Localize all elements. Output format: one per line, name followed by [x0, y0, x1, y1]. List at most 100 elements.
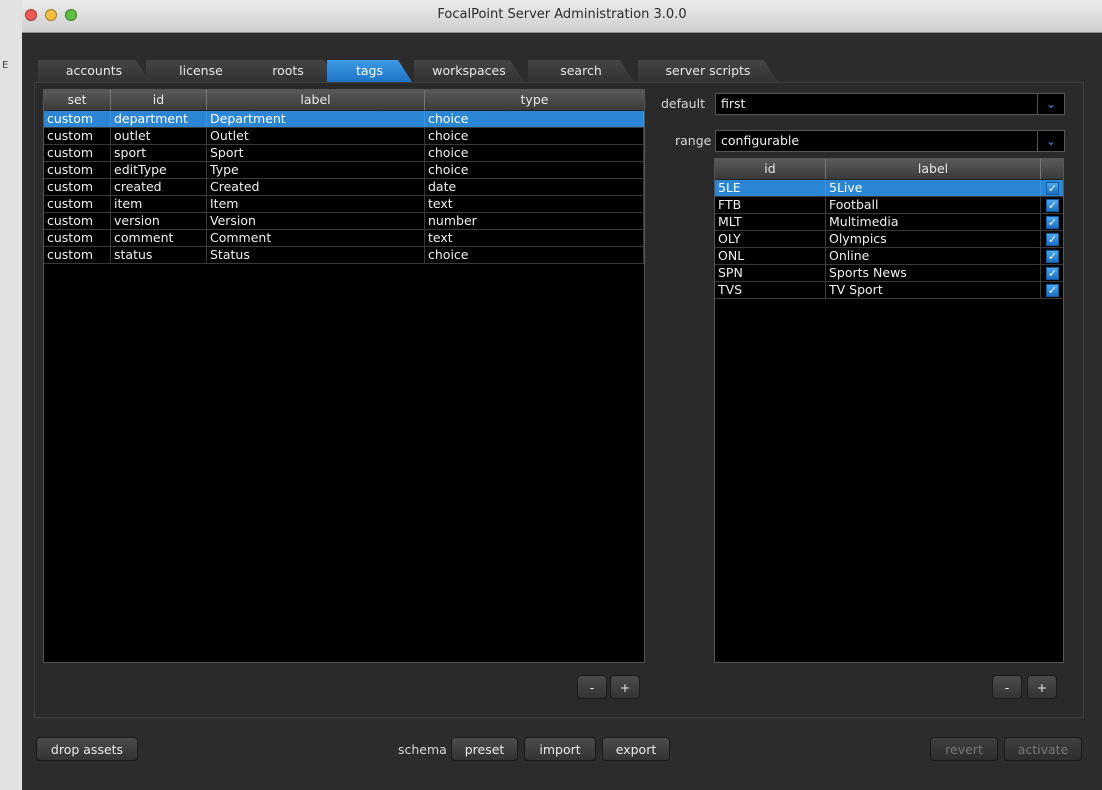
add-tag-button[interactable]: +	[610, 675, 640, 699]
import-button[interactable]: import	[524, 737, 596, 761]
column-header-id[interactable]: id	[111, 90, 207, 110]
tab-roots[interactable]: roots	[238, 60, 338, 82]
range-row[interactable]: MLT Multimedia ✓	[715, 214, 1063, 231]
range-row[interactable]: ONL Online ✓	[715, 248, 1063, 265]
table-cell-set: custom	[44, 128, 111, 144]
range-table-header: id label	[715, 159, 1063, 180]
table-row[interactable]: custom department Department choice	[44, 111, 644, 128]
table-cell-id: item	[111, 196, 207, 212]
enabled-checkbox[interactable]: ✓	[1046, 182, 1059, 195]
table-cell-id: sport	[111, 145, 207, 161]
column-header-label[interactable]: label	[207, 90, 425, 110]
table-cell-id: created	[111, 179, 207, 195]
table-row[interactable]: custom outlet Outlet choice	[44, 128, 644, 145]
table-cell-label: Status	[207, 247, 425, 263]
table-cell-set: custom	[44, 145, 111, 161]
table-row[interactable]: custom item Item text	[44, 196, 644, 213]
range-select[interactable]: configurable ⌄	[715, 130, 1065, 152]
drop-assets-button[interactable]: drop assets	[36, 737, 138, 761]
column-header-range-label[interactable]: label	[826, 159, 1041, 179]
table-cell-id: status	[111, 247, 207, 263]
remove-tag-button[interactable]: -	[577, 675, 607, 699]
table-cell-type: choice	[425, 111, 644, 127]
table-cell-label: Type	[207, 162, 425, 178]
range-cell-id: TVS	[715, 282, 826, 298]
table-cell-label: Item	[207, 196, 425, 212]
table-cell-set: custom	[44, 162, 111, 178]
remove-range-button[interactable]: -	[992, 675, 1022, 699]
schema-label: schema	[398, 742, 447, 757]
table-cell-set: custom	[44, 213, 111, 229]
table-cell-label: Department	[207, 111, 425, 127]
enabled-checkbox[interactable]: ✓	[1046, 233, 1059, 246]
tags-panel: set id label type custom department Depart…	[34, 82, 1084, 718]
tab-server-scripts[interactable]: server scripts	[638, 60, 778, 82]
column-header-set[interactable]: set	[44, 90, 111, 110]
background-window-strip: E	[0, 0, 23, 790]
range-row[interactable]: OLY Olympics ✓	[715, 231, 1063, 248]
table-row[interactable]: custom editType Type choice	[44, 162, 644, 179]
range-cell-label: 5Live	[826, 180, 1041, 196]
range-cell-label: TV Sport	[826, 282, 1041, 298]
column-header-type[interactable]: type	[425, 90, 644, 110]
table-cell-set: custom	[44, 111, 111, 127]
table-cell-set: custom	[44, 247, 111, 263]
range-table: id label 5LE 5Live ✓ FTB Football ✓ MLT Multime…	[714, 158, 1064, 663]
range-cell-label: Olympics	[826, 231, 1041, 247]
enabled-checkbox[interactable]: ✓	[1046, 216, 1059, 229]
window-title: FocalPoint Server Administration 3.0.0	[437, 7, 687, 22]
table-row[interactable]: custom status Status choice	[44, 247, 644, 264]
table-row[interactable]: custom sport Sport choice	[44, 145, 644, 162]
enabled-checkbox[interactable]: ✓	[1046, 284, 1059, 297]
column-header-range-id[interactable]: id	[715, 159, 826, 179]
range-row[interactable]: 5LE 5Live ✓	[715, 180, 1063, 197]
enabled-checkbox[interactable]: ✓	[1046, 250, 1059, 263]
table-cell-type: text	[425, 196, 644, 212]
range-cell-label: Sports News	[826, 265, 1041, 281]
default-select[interactable]: first ⌄	[715, 93, 1065, 115]
table-cell-type: number	[425, 213, 644, 229]
table-cell-id: outlet	[111, 128, 207, 144]
range-row[interactable]: FTB Football ✓	[715, 197, 1063, 214]
table-row[interactable]: custom comment Comment text	[44, 230, 644, 247]
enabled-checkbox[interactable]: ✓	[1046, 199, 1059, 212]
table-row[interactable]: custom version Version number	[44, 213, 644, 230]
chevron-down-icon: ⌄	[1037, 131, 1064, 151]
range-cell-label: Multimedia	[826, 214, 1041, 230]
table-row[interactable]: custom created Created date	[44, 179, 644, 196]
range-cell-id: MLT	[715, 214, 826, 230]
table-cell-type: choice	[425, 145, 644, 161]
range-row[interactable]: SPN Sports News ✓	[715, 265, 1063, 282]
tab-tags[interactable]: tags	[327, 60, 412, 82]
range-cell-id: FTB	[715, 197, 826, 213]
column-header-range-enabled[interactable]	[1041, 159, 1063, 179]
range-cell-id: OLY	[715, 231, 826, 247]
add-range-button[interactable]: +	[1027, 675, 1057, 699]
activate-button[interactable]: activate	[1004, 737, 1082, 761]
table-cell-label: Created	[207, 179, 425, 195]
export-button[interactable]: export	[602, 737, 670, 761]
range-label: range	[675, 133, 712, 148]
tags-table: set id label type custom department Depart…	[43, 89, 645, 663]
background-window-fragment: E	[2, 60, 9, 71]
tab-accounts[interactable]: accounts	[38, 60, 150, 82]
tab-workspaces[interactable]: workspaces	[414, 60, 524, 82]
table-cell-id: editType	[111, 162, 207, 178]
table-cell-label: Sport	[207, 145, 425, 161]
tab-bar: accounts license roots tags workspaces s…	[38, 60, 1098, 82]
revert-button[interactable]: revert	[930, 737, 998, 761]
table-cell-id: version	[111, 213, 207, 229]
enabled-checkbox[interactable]: ✓	[1046, 267, 1059, 280]
table-cell-type: choice	[425, 162, 644, 178]
preset-button[interactable]: preset	[451, 737, 518, 761]
title-bar: FocalPoint Server Administration 3.0.0	[22, 0, 1102, 33]
range-cell-label: Online	[826, 248, 1041, 264]
tab-search[interactable]: search	[528, 60, 634, 82]
default-select-value: first	[721, 96, 746, 111]
table-cell-id: department	[111, 111, 207, 127]
range-row[interactable]: TVS TV Sport ✓	[715, 282, 1063, 299]
table-cell-label: Version	[207, 213, 425, 229]
range-cell-label: Football	[826, 197, 1041, 213]
range-cell-id: 5LE	[715, 180, 826, 196]
table-cell-set: custom	[44, 230, 111, 246]
